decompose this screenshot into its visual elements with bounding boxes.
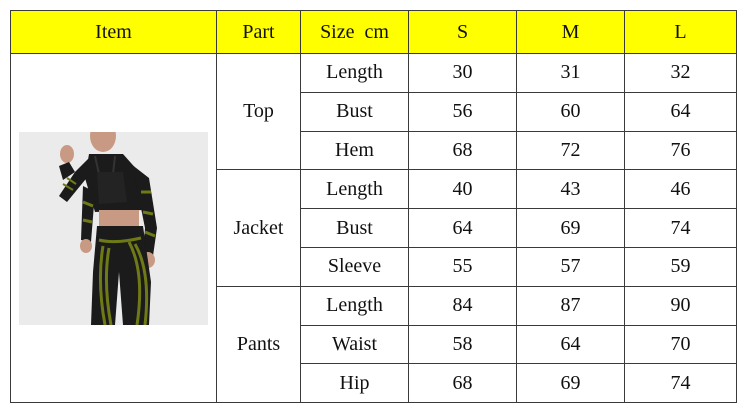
value-cell-m: 69 — [516, 208, 625, 248]
value-cell-s: 68 — [408, 363, 517, 404]
header-item: Item — [10, 10, 217, 54]
table-header-row: Item Part Size cm S M L — [10, 10, 737, 54]
value-cell-s: 64 — [408, 208, 517, 248]
value-cell-l: 90 — [624, 285, 737, 326]
value-cell-m: 69 — [516, 363, 625, 404]
value-cell-l: 64 — [624, 91, 737, 132]
value-cell-l: 74 — [624, 208, 737, 248]
model-figure-image — [19, 131, 208, 325]
product-image-cell — [10, 52, 217, 404]
header-size-cm: Size cm — [300, 10, 409, 54]
measure-label: Hem — [300, 130, 409, 171]
value-cell-s: 55 — [408, 246, 517, 287]
value-cell-l: 59 — [624, 246, 737, 287]
measure-label: Bust — [300, 208, 409, 248]
header-part: Part — [216, 10, 301, 54]
value-cell-m: 87 — [516, 285, 625, 326]
value-cell-s: 30 — [408, 53, 517, 93]
measure-label: Waist — [300, 324, 409, 365]
value-cell-l: 74 — [624, 363, 737, 404]
value-cell-s: 84 — [408, 285, 517, 326]
size-chart-table: Item Part Size cm S M L Top Length 30 31… — [10, 10, 737, 404]
value-cell-l: 32 — [624, 53, 737, 93]
measure-label: Sleeve — [300, 246, 409, 287]
product-photo — [19, 131, 208, 325]
value-cell-m: 72 — [516, 130, 625, 171]
measure-label: Bust — [300, 91, 409, 132]
value-cell-s: 58 — [408, 324, 517, 365]
value-cell-s: 40 — [408, 169, 517, 210]
measure-label: Length — [300, 285, 409, 326]
value-cell-l: 46 — [624, 169, 737, 210]
measure-label: Length — [300, 53, 409, 93]
value-cell-s: 68 — [408, 130, 517, 171]
header-size-m: M — [516, 10, 625, 54]
header-size-l: L — [624, 10, 737, 54]
measure-label: Hip — [300, 363, 409, 404]
value-cell-l: 70 — [624, 324, 737, 365]
part-label-pants: Pants — [216, 285, 301, 404]
measure-label: Length — [300, 169, 409, 210]
value-cell-m: 60 — [516, 91, 625, 132]
value-cell-m: 64 — [516, 324, 625, 365]
header-size-s: S — [408, 10, 517, 54]
value-cell-s: 56 — [408, 91, 517, 132]
part-label-top: Top — [216, 52, 301, 171]
part-label-jacket: Jacket — [216, 169, 301, 287]
value-cell-m: 31 — [516, 53, 625, 93]
value-cell-m: 57 — [516, 246, 625, 287]
table-row: Top Length 30 31 32 — [10, 52, 737, 404]
value-cell-m: 43 — [516, 169, 625, 210]
value-cell-l: 76 — [624, 130, 737, 171]
